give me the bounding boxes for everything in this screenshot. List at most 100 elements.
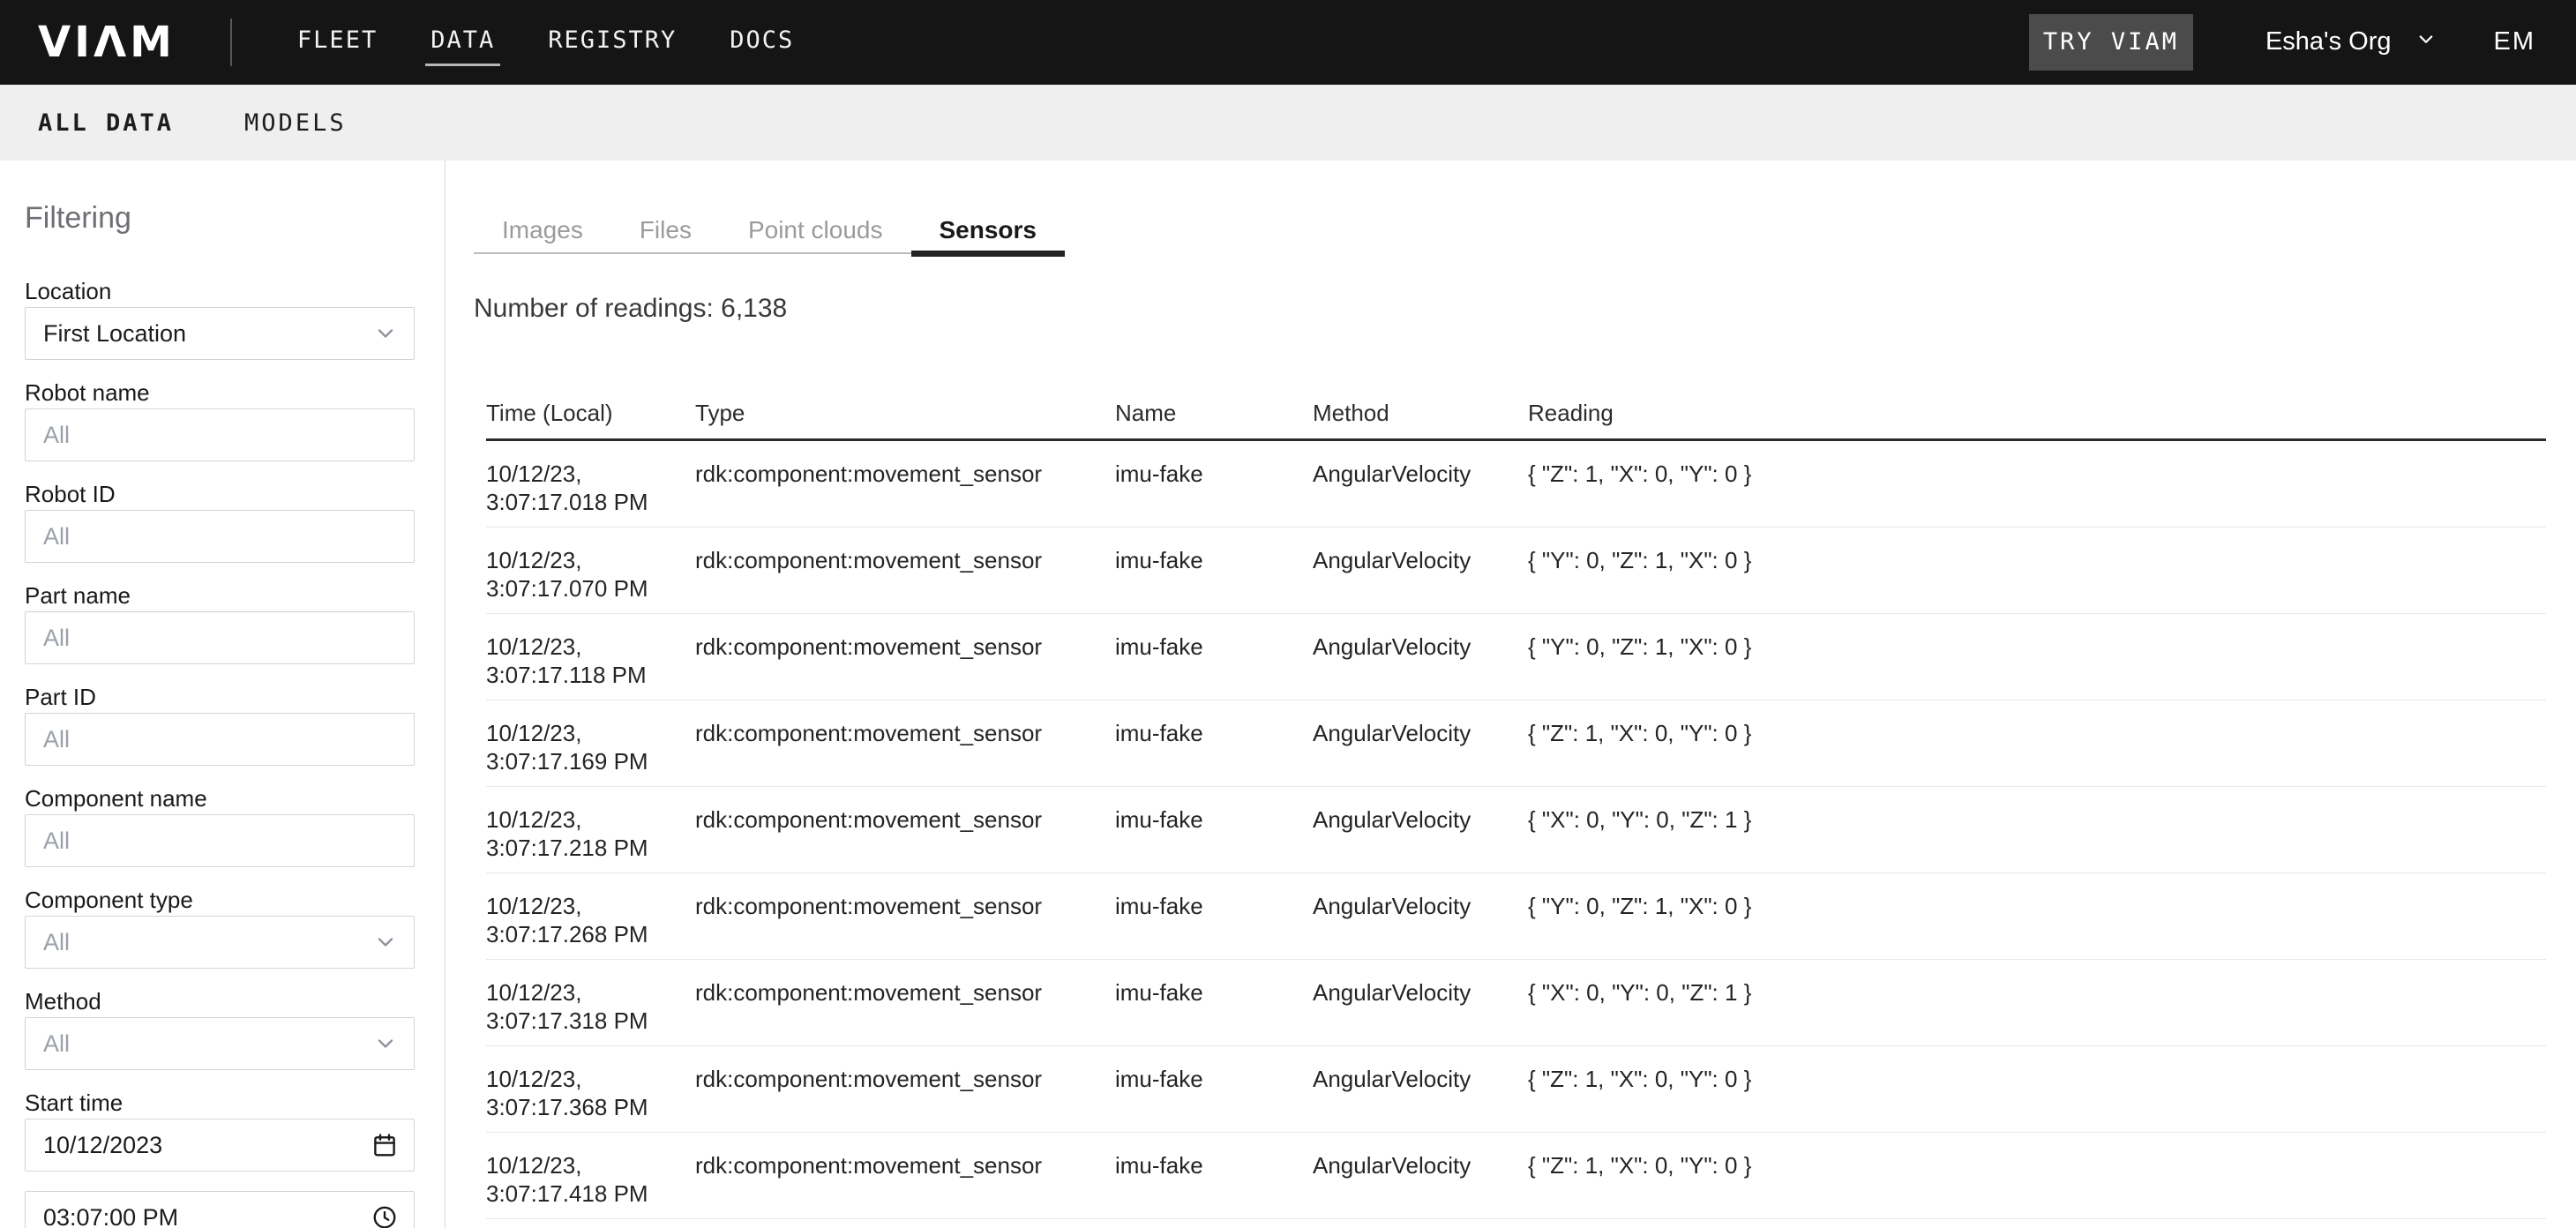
readings-label: Number of readings: (474, 294, 714, 323)
cell-time: 10/12/23, 3:07:17.169 PM (486, 719, 695, 786)
cell-reading: { "Y": 0, "Z": 1, "X": 0 } (1528, 892, 2546, 959)
col-type: Type (695, 400, 1115, 426)
cell-time: 10/12/23, 3:07:17.118 PM (486, 633, 695, 700)
cell-name: imu-fake (1115, 1151, 1313, 1218)
time-clock-line: 3:07:17.318 PM (486, 1007, 674, 1035)
field-label: Part name (25, 582, 415, 609)
field-label: Component name (25, 785, 415, 812)
try-viam-button[interactable]: TRY VIAM (2029, 14, 2193, 71)
cell-name: imu-fake (1115, 460, 1313, 527)
field-label: Robot name (25, 379, 415, 406)
cell-method: AngularVelocity (1313, 460, 1528, 527)
filter-start-date: Start time 10/12/2023 (25, 1089, 415, 1172)
cell-method: AngularVelocity (1313, 719, 1528, 786)
time-clock-line: 3:07:17.268 PM (486, 920, 674, 948)
table-row: 10/12/23, 3:07:17.018 PM rdk:component:m… (486, 441, 2546, 528)
table-header-row: Time (Local)TypeNameMethodReading (486, 400, 2546, 441)
cell-name: imu-fake (1115, 1065, 1313, 1132)
readings-count: Number of readings: 6,138 (474, 293, 2576, 325)
start-date-input[interactable]: 10/12/2023 (25, 1119, 415, 1172)
clock-icon (371, 1204, 398, 1228)
time-clock-line: 3:07:17.368 PM (486, 1093, 674, 1121)
nav-item-fleet[interactable]: FLEET (296, 19, 379, 66)
cell-name: imu-fake (1115, 978, 1313, 1045)
cell-time: 10/12/23, 3:07:17.318 PM (486, 978, 695, 1045)
cell-method: AngularVelocity (1313, 1151, 1528, 1218)
filter-location: Location First Location (25, 278, 415, 360)
nav-divider (230, 19, 232, 66)
tab-files[interactable]: Files (611, 208, 720, 252)
field-value: All (43, 1030, 70, 1058)
main-panel: ImagesFilesPoint cloudsSensors Number of… (446, 161, 2576, 1228)
table-row: 10/12/23, 3:07:17.418 PM rdk:component:m… (486, 1133, 2546, 1219)
cell-time: 10/12/23, 3:07:17.018 PM (486, 460, 695, 527)
chevron-down-icon (373, 321, 398, 346)
table-body: 10/12/23, 3:07:17.018 PM rdk:component:m… (486, 441, 2546, 1219)
cell-type: rdk:component:movement_sensor (695, 1151, 1115, 1218)
time-date-line: 10/12/23, (486, 460, 674, 488)
cell-reading: { "X": 0, "Y": 0, "Z": 1 } (1528, 805, 2546, 872)
nav-item-registry[interactable]: REGISTRY (546, 19, 678, 66)
cell-method: AngularVelocity (1313, 633, 1528, 700)
filter-robot-id: Robot ID (25, 481, 415, 563)
location-select[interactable]: First Location (25, 307, 415, 360)
field-label: Location (25, 278, 415, 304)
cell-method: AngularVelocity (1313, 805, 1528, 872)
cell-time: 10/12/23, 3:07:17.070 PM (486, 546, 695, 613)
method-select[interactable]: All (25, 1017, 415, 1070)
component-name-input[interactable] (25, 814, 415, 867)
time-clock-line: 3:07:17.070 PM (486, 574, 674, 603)
tab-sensors[interactable]: Sensors (911, 208, 1066, 252)
filter-fields: Location First Location Robot name Robot… (25, 278, 445, 1228)
field-label: Start time (25, 1089, 415, 1116)
col-time-local: Time (Local) (486, 400, 695, 426)
viam-logo[interactable]: VIΛM (38, 21, 176, 64)
cell-method: AngularVelocity (1313, 892, 1528, 959)
cell-name: imu-fake (1115, 546, 1313, 613)
subnav-item-models[interactable]: MODELS (244, 106, 347, 140)
subnav-item-all-data[interactable]: ALL DATA (38, 106, 174, 140)
time-date-line: 10/12/23, (486, 892, 674, 920)
top-nav-right: TRY VIAM Esha's Org EM (2029, 14, 2535, 71)
cell-type: rdk:component:movement_sensor (695, 892, 1115, 959)
field-label: Component type (25, 887, 415, 913)
field-value: All (43, 929, 70, 956)
filter-sidebar: Filtering Location First Location Robot … (0, 161, 446, 1228)
sub-nav: ALL DATA MODELS (0, 85, 2576, 161)
col-name: Name (1115, 400, 1313, 426)
filter-start-clock-time: 03:07:00 PM (25, 1191, 415, 1228)
cell-time: 10/12/23, 3:07:17.268 PM (486, 892, 695, 959)
table-row: 10/12/23, 3:07:17.118 PM rdk:component:m… (486, 614, 2546, 700)
part-name-input[interactable] (25, 611, 415, 664)
filter-component-type: Component type All (25, 887, 415, 969)
tab-images[interactable]: Images (474, 208, 611, 252)
cell-reading: { "Z": 1, "X": 0, "Y": 0 } (1528, 460, 2546, 527)
chevron-down-icon (2413, 26, 2439, 59)
time-clock-line: 3:07:17.418 PM (486, 1179, 674, 1208)
nav-item-data[interactable]: DATA (429, 19, 497, 66)
time-clock-line: 3:07:17.018 PM (486, 488, 674, 516)
component-type-select[interactable]: All (25, 916, 415, 969)
nav-item-docs[interactable]: DOCS (728, 19, 796, 66)
tab-point-clouds[interactable]: Point clouds (720, 208, 911, 252)
cell-type: rdk:component:movement_sensor (695, 546, 1115, 613)
cell-type: rdk:component:movement_sensor (695, 805, 1115, 872)
org-name: Esha's Org (2265, 27, 2392, 56)
user-avatar[interactable]: EM (2494, 27, 2536, 56)
robot-id-input[interactable] (25, 510, 415, 563)
org-selector[interactable]: Esha's Org (2265, 26, 2439, 59)
readings-value: 6,138 (721, 294, 787, 323)
part-id-input[interactable] (25, 713, 415, 766)
table-row: 10/12/23, 3:07:17.070 PM rdk:component:m… (486, 528, 2546, 614)
cell-type: rdk:component:movement_sensor (695, 460, 1115, 527)
data-type-tabs: ImagesFilesPoint cloudsSensors (474, 208, 1065, 254)
start-clock-time-input[interactable]: 03:07:00 PM (25, 1191, 415, 1228)
cell-time: 10/12/23, 3:07:17.218 PM (486, 805, 695, 872)
robot-name-input[interactable] (25, 408, 415, 461)
cell-type: rdk:component:movement_sensor (695, 1065, 1115, 1132)
table-row: 10/12/23, 3:07:17.318 PM rdk:component:m… (486, 960, 2546, 1046)
time-clock-line: 3:07:17.169 PM (486, 747, 674, 775)
field-value: 03:07:00 PM (43, 1204, 178, 1228)
field-label: Part ID (25, 684, 415, 710)
cell-reading: { "Z": 1, "X": 0, "Y": 0 } (1528, 1065, 2546, 1132)
